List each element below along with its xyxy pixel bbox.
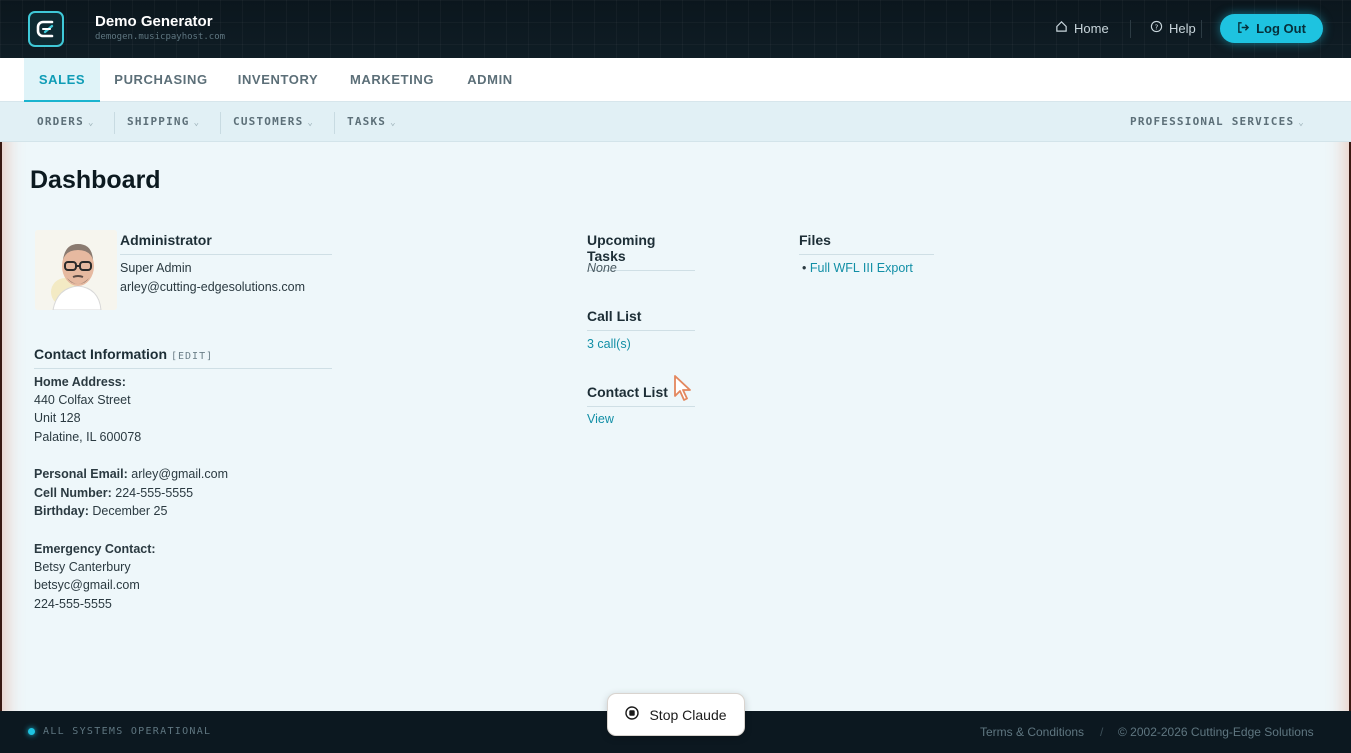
tab-purchasing[interactable]: PURCHASING (108, 58, 214, 102)
files-heading: Files (799, 232, 934, 255)
help-label: Help (1169, 20, 1196, 36)
bullet: • (802, 261, 807, 275)
subnav-customers-label: CUSTOMERS (233, 115, 304, 128)
tab-marketing[interactable]: MARKETING (343, 58, 441, 102)
help-icon: ? (1150, 20, 1163, 36)
address-line-2: Unit 128 (34, 411, 81, 425)
subnav-customers[interactable]: CUSTOMERS ⌄ (233, 115, 314, 128)
subnav-orders-label: ORDERS (37, 115, 84, 128)
home-label: Home (1074, 20, 1109, 36)
subnav-divider (334, 112, 335, 134)
app-logo-icon[interactable] (28, 11, 64, 47)
personal-email-row: Personal Email: arley@gmail.com (34, 467, 228, 481)
contact-heading: Contact Information [EDIT] (34, 346, 332, 369)
address-line-1: 440 Colfax Street (34, 393, 131, 407)
subnav-shipping[interactable]: SHIPPING ⌄ (127, 115, 200, 128)
home-link[interactable]: Home (1055, 20, 1109, 36)
home-address-label: Home Address: (34, 375, 126, 389)
contact-heading-label: Contact Information (34, 346, 167, 362)
profile-heading: Administrator (120, 232, 332, 255)
call-list-heading: Call List (587, 308, 695, 331)
top-header: Demo Generator demogen.musicpayhost.com … (0, 0, 1351, 58)
contact-list-view-link[interactable]: View (587, 412, 614, 426)
birthday-row: Birthday: December 25 (34, 504, 167, 518)
copyright: © 2002-2026 Cutting-Edge Solutions (1118, 725, 1314, 739)
chevron-down-icon: ⌄ (307, 118, 315, 128)
birthday-label: Birthday: (34, 504, 89, 518)
system-status: ALL SYSTEMS OPERATIONAL (43, 726, 212, 737)
tab-sales[interactable]: SALES (24, 58, 100, 102)
emergency-contact-phone: 224-555-5555 (34, 597, 112, 611)
personal-email-value: arley@gmail.com (131, 467, 229, 481)
personal-email-label: Personal Email: (34, 467, 128, 481)
subnav-tasks-label: TASKS (347, 115, 387, 128)
file-item-link[interactable]: Full WFL III Export (810, 261, 913, 275)
status-indicator-icon (28, 728, 35, 735)
sub-nav: ORDERS ⌄ SHIPPING ⌄ CUSTOMERS ⌄ TASKS ⌄ PROF… (0, 102, 1351, 142)
birthday-value: December 25 (92, 504, 168, 518)
subnav-divider (220, 112, 221, 134)
logout-label: Log Out (1256, 21, 1306, 36)
emergency-contact-label: Emergency Contact: (34, 542, 156, 556)
cell-number-row: Cell Number: 224-555-5555 (34, 486, 193, 500)
cell-number-value: 224-555-5555 (115, 486, 194, 500)
call-list-link[interactable]: 3 call(s) (587, 337, 631, 351)
emergency-contact-email: betsyc@gmail.com (34, 578, 140, 592)
edit-contact-link[interactable]: [EDIT] (171, 351, 213, 362)
chevron-down-icon: ⌄ (390, 118, 397, 128)
profile-email: arley@cutting-edgesolutions.com (120, 280, 306, 294)
app-window: Demo Generator demogen.musicpayhost.com … (0, 0, 1351, 753)
emergency-contact-name: Betsy Canterbury (34, 560, 131, 574)
avatar (35, 230, 117, 310)
cell-number-label: Cell Number: (34, 486, 112, 500)
subnav-tasks[interactable]: TASKS ⌄ (347, 115, 397, 128)
svg-text:?: ? (1155, 22, 1159, 31)
terms-link[interactable]: Terms & Conditions (980, 725, 1084, 739)
mouse-cursor-icon (672, 374, 694, 407)
chevron-down-icon: ⌄ (1298, 118, 1305, 128)
profile-role: Super Admin (120, 261, 192, 275)
subnav-professional-services[interactable]: PROFESSIONAL SERVICES ⌄ (1130, 115, 1305, 128)
stop-claude-label: Stop Claude (649, 706, 727, 723)
subnav-orders[interactable]: ORDERS ⌄ (37, 115, 95, 128)
tab-inventory[interactable]: INVENTORY (230, 58, 326, 102)
subnav-divider (114, 112, 115, 134)
header-divider (1130, 20, 1131, 38)
main-nav: SALES PURCHASING INVENTORY MARKETING ADM… (0, 58, 1351, 102)
tab-admin[interactable]: ADMIN (460, 58, 520, 102)
chevron-down-icon: ⌄ (193, 118, 201, 128)
stop-icon (625, 706, 640, 723)
app-title: Demo Generator (95, 13, 213, 30)
page-title: Dashboard (30, 166, 161, 194)
home-icon (1055, 20, 1068, 36)
help-link[interactable]: ? Help (1150, 20, 1196, 36)
logout-icon (1237, 21, 1250, 37)
subnav-shipping-label: SHIPPING (127, 115, 190, 128)
chevron-down-icon: ⌄ (87, 118, 95, 128)
upcoming-tasks-value: None (587, 261, 617, 275)
logout-button[interactable]: Log Out (1220, 14, 1323, 43)
stop-claude-button[interactable]: Stop Claude (607, 693, 745, 736)
header-divider (1201, 20, 1202, 38)
subnav-professional-services-label: PROFESSIONAL SERVICES (1130, 115, 1295, 128)
footer-separator: / (1100, 725, 1104, 739)
address-line-3: Palatine, IL 600078 (34, 430, 142, 444)
app-domain: demogen.musicpayhost.com (95, 32, 226, 42)
file-item[interactable]: • Full WFL III Export (802, 261, 913, 275)
